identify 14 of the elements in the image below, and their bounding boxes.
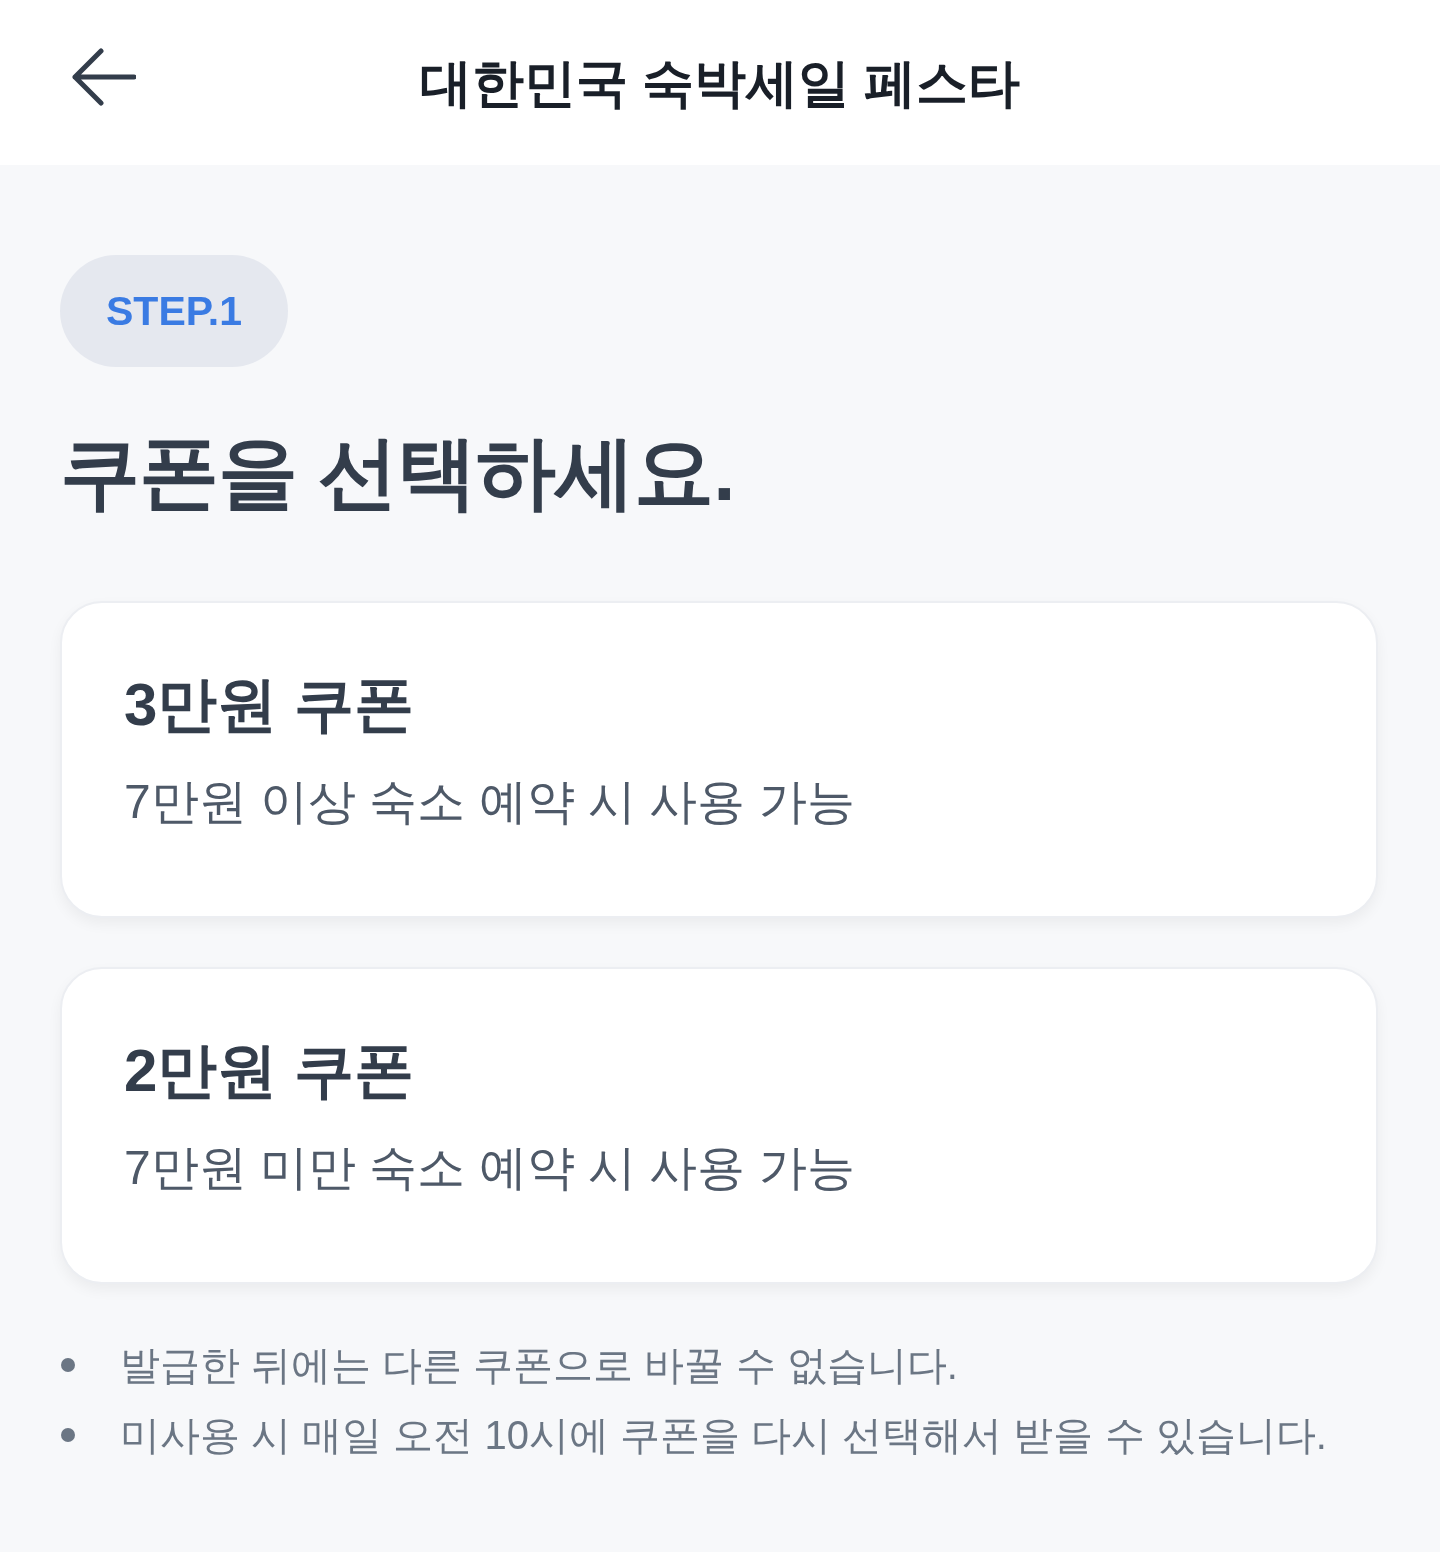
note-text: 발급한 뒤에는 다른 쿠폰으로 바꿀 수 없습니다. <box>120 1342 958 1389</box>
back-arrow-icon <box>70 48 136 106</box>
bullet-icon <box>61 1428 75 1442</box>
page-title: 대한민국 숙박세일 페스타 <box>419 53 1021 115</box>
coupon-condition: 7만원 미만 숙소 예약 시 사용 가능 <box>124 1140 856 1196</box>
coupon-card[interactable]: 3만원 쿠폰 7만원 이상 숙소 예약 시 사용 가능 <box>60 601 1378 918</box>
coupon-card[interactable]: 2만원 쿠폰 7만원 미만 숙소 예약 시 사용 가능 <box>60 967 1378 1284</box>
step-badge: STEP.1 <box>60 255 288 367</box>
coupon-title: 2만원 쿠폰 <box>124 1036 416 1106</box>
coupon-condition: 7만원 이상 숙소 예약 시 사용 가능 <box>124 774 856 830</box>
bullet-icon <box>61 1358 75 1372</box>
page-heading: 쿠폰을 선택하세요. <box>60 427 736 519</box>
coupon-title: 3만원 쿠폰 <box>124 670 416 740</box>
note-text: 미사용 시 매일 오전 10시에 쿠폰을 다시 선택해서 받을 수 있습니다. <box>120 1412 1327 1459</box>
